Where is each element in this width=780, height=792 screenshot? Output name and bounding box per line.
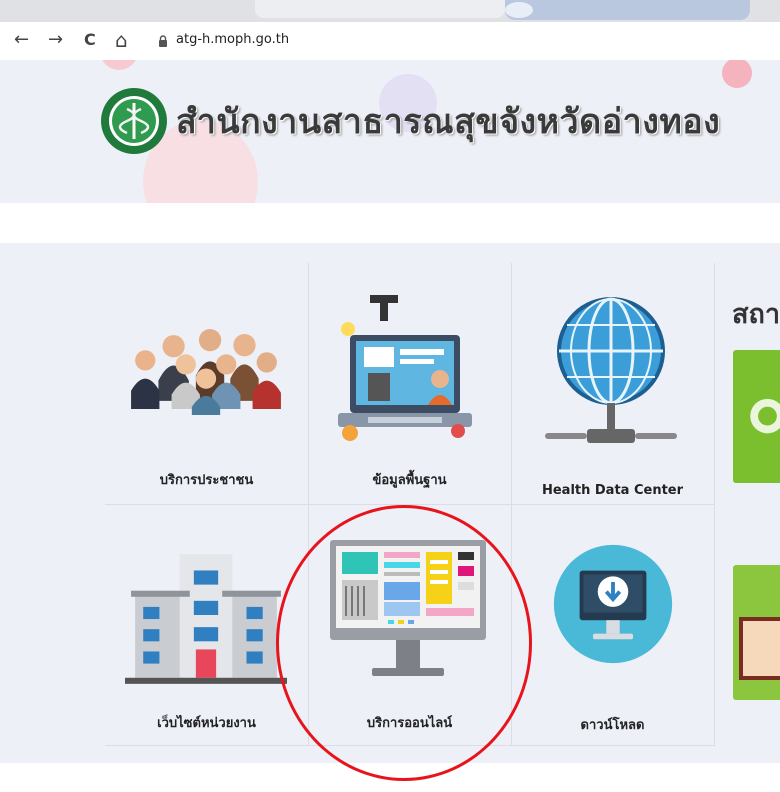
menu-item-downloads[interactable]: ดาวน์โหลด (511, 504, 715, 746)
main-content: บริการประชาชน ข้อมูลพื้นฐาน Health Data … (0, 243, 780, 763)
decor-circle (722, 60, 752, 88)
browser-toolbar: ← → C ⌂ atg-h.moph.go.th (0, 22, 780, 61)
computer-education-icon (338, 295, 472, 441)
forward-arrow-icon[interactable]: → (48, 28, 63, 52)
menu-item-label: เว็บไซต์หน่วยงาน (157, 716, 256, 731)
header-divider-space (0, 203, 780, 243)
menu-item-label: ดาวน์โหลด (580, 718, 645, 733)
globe-network-icon (545, 297, 677, 443)
menu-item-basic-info[interactable]: ข้อมูลพื้นฐาน (308, 263, 512, 505)
virus-icon (750, 398, 780, 434)
browser-tab[interactable] (255, 0, 505, 18)
status-card-document[interactable] (733, 565, 780, 700)
menu-item-label: Health Data Center (541, 483, 684, 498)
download-monitor-icon (553, 544, 673, 664)
page-footer-space (0, 763, 780, 792)
desktop-monitor-icon (330, 540, 486, 676)
menu-item-label: บริการประชาชน (159, 473, 254, 488)
decor-circle (100, 60, 138, 70)
status-card-virus[interactable] (733, 350, 780, 483)
menu-item-public-services[interactable]: บริการประชาชน (105, 263, 309, 505)
site-header-banner: สำนักงานสาธารณสุขจังหวัดอ่างทอง (0, 60, 780, 203)
lock-icon (159, 35, 167, 47)
browser-tab-strip (0, 0, 780, 22)
reload-icon[interactable]: C (84, 28, 96, 52)
menu-item-online-services[interactable]: บริการออนไลน์ (308, 504, 512, 746)
back-arrow-icon[interactable]: ← (14, 28, 29, 52)
service-menu-grid: บริการประชาชน ข้อมูลพื้นฐาน Health Data … (105, 263, 715, 746)
moph-logo-icon[interactable] (100, 87, 168, 155)
office-building-icon (125, 554, 287, 684)
picture-frame-icon (739, 617, 780, 680)
status-section-title: สถา (732, 299, 780, 330)
menu-item-health-data-center[interactable]: Health Data Center (511, 263, 715, 505)
address-bar-url[interactable]: atg-h.moph.go.th (176, 31, 289, 49)
people-group-icon (131, 328, 281, 416)
menu-item-agency-websites[interactable]: เว็บไซต์หน่วยงาน (105, 504, 309, 746)
home-icon[interactable]: ⌂ (115, 28, 128, 52)
menu-item-label: บริการออนไลน์ (366, 716, 453, 731)
browser-tab-active[interactable] (505, 0, 750, 20)
menu-item-label: ข้อมูลพื้นฐาน (372, 473, 447, 488)
site-title[interactable]: สำนักงานสาธารณสุขจังหวัดอ่างทอง (176, 94, 720, 148)
